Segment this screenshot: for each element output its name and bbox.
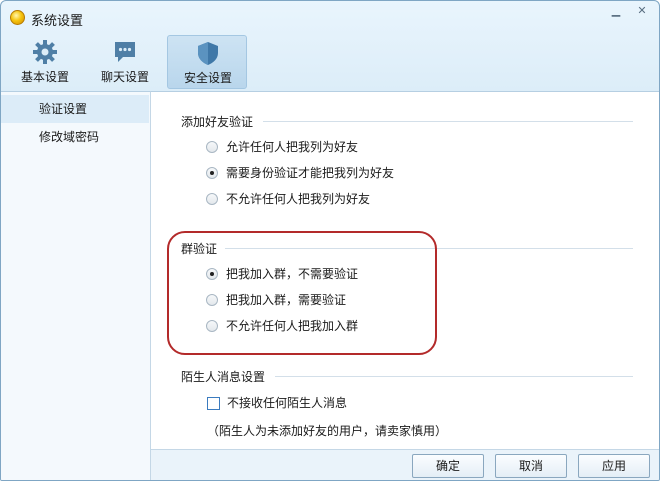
dialog-footer: 确定 取消 应用: [151, 449, 659, 480]
shield-icon: [198, 42, 218, 65]
gear-icon: [33, 40, 57, 64]
apply-button[interactable]: 应用: [578, 454, 650, 478]
settings-sidebar: 验证设置 修改域密码: [1, 91, 151, 480]
option-label: 需要身份验证才能把我列为好友: [226, 166, 395, 180]
settings-toolbar: 基本设置 聊天设置 安全设置: [1, 31, 659, 91]
stranger-msg-title: 陌生人消息设置: [181, 370, 266, 384]
radio-button[interactable]: [206, 141, 218, 153]
settings-window: 系统设置 ▁ ✕ 基本设置 聊天设置 安全设置 验证设置 修改域密码 添加好友验…: [0, 0, 660, 481]
section-divider: [263, 121, 633, 122]
radio-button[interactable]: [206, 193, 218, 205]
close-button[interactable]: ✕: [632, 4, 652, 20]
stranger-msg-note: （陌生人为未添加好友的用户，请卖家慎用）: [207, 424, 448, 438]
tab-chat-settings[interactable]: 聊天设置: [85, 35, 165, 89]
tab-basic-settings-label: 基本设置: [20, 70, 69, 84]
sidebar-item-verification[interactable]: 验证设置: [1, 95, 149, 123]
option-label: 不允许任何人把我列为好友: [226, 192, 371, 206]
title-bar: 系统设置 ▁ ✕: [1, 1, 659, 33]
radio-button-selected[interactable]: [206, 167, 218, 179]
tab-basic-settings[interactable]: 基本设置: [5, 35, 85, 89]
tab-security-settings-label: 安全设置: [183, 71, 232, 85]
tab-chat-settings-label: 聊天设置: [100, 70, 149, 84]
section-divider: [275, 376, 633, 377]
sidebar-item-change-domain-password[interactable]: 修改域密码: [1, 123, 149, 151]
option-label: 允许任何人把我列为好友: [226, 140, 359, 154]
window-title: 系统设置: [31, 14, 84, 29]
chat-bubble-icon: [115, 42, 135, 62]
cancel-button[interactable]: 取消: [495, 454, 567, 478]
checkbox[interactable]: [207, 397, 220, 410]
checkbox-label: 不接收任何陌生人消息: [227, 396, 348, 410]
highlight-annotation: [167, 231, 437, 355]
app-logo-icon: [10, 10, 25, 25]
tab-security-settings[interactable]: 安全设置: [167, 35, 247, 89]
ok-button[interactable]: 确定: [412, 454, 484, 478]
minimize-button[interactable]: ▁: [606, 4, 626, 20]
friend-verify-title: 添加好友验证: [181, 115, 254, 129]
